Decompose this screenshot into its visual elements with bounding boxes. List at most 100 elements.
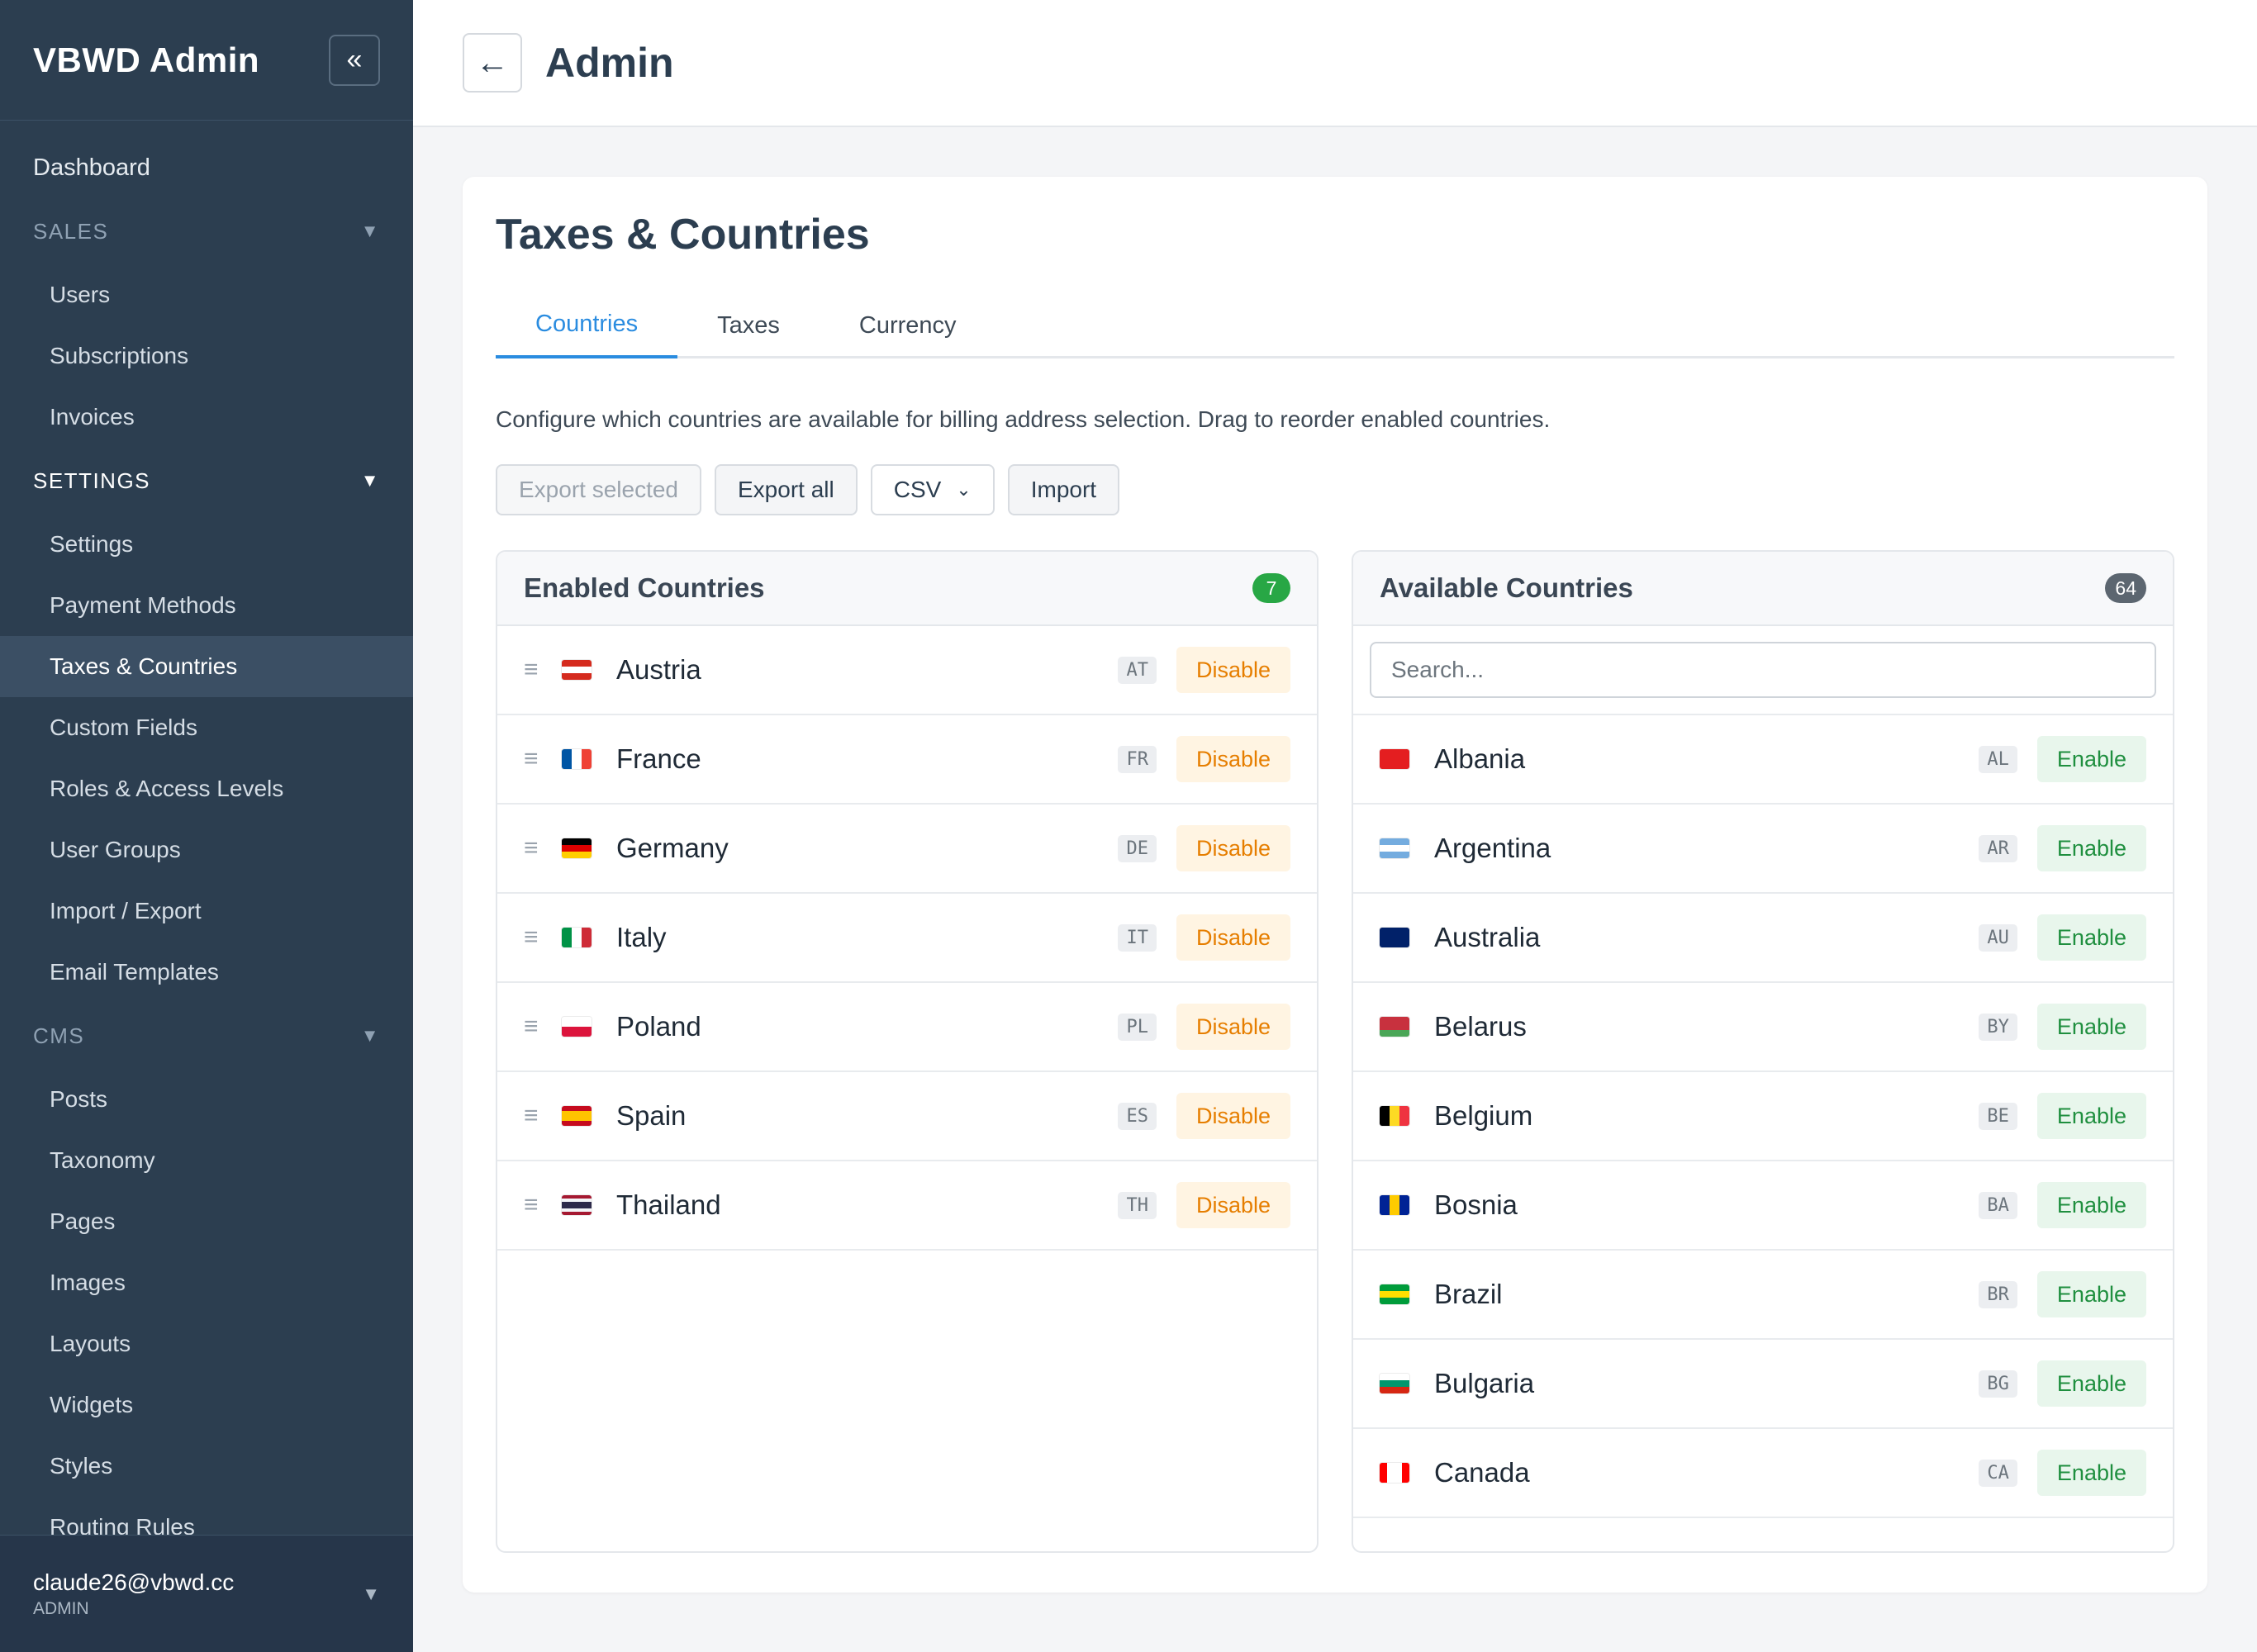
- drag-handle-icon[interactable]: ≡: [524, 745, 562, 773]
- enable-button[interactable]: Enable: [2036, 736, 2146, 782]
- sidebar-item-roles-access-levels[interactable]: Roles & Access Levels: [0, 758, 413, 819]
- tab-currency[interactable]: Currency: [820, 292, 996, 358]
- sidebar-item-user-groups[interactable]: User Groups: [0, 819, 413, 881]
- caret-down-icon[interactable]: ▼: [362, 1583, 380, 1605]
- disable-button[interactable]: Disable: [1176, 1004, 1290, 1050]
- country-name: Argentina: [1434, 833, 1551, 863]
- country-name: Belarus: [1434, 1011, 1527, 1042]
- sidebar-item-taxes-countries[interactable]: Taxes & Countries: [0, 636, 413, 697]
- country-name: Bosnia: [1434, 1189, 1518, 1220]
- format-select[interactable]: CSV ⌄: [870, 464, 995, 515]
- sidebar-item-email-templates[interactable]: Email Templates: [0, 942, 413, 1003]
- flag-icon: [562, 928, 592, 947]
- country-name: Spain: [616, 1100, 687, 1131]
- available-country-row: Bulgaria BG Enable: [1353, 1340, 2173, 1429]
- sidebar-section-cms[interactable]: CMS ▼: [0, 1003, 413, 1069]
- sidebar-section-sales[interactable]: SALES ▼: [0, 198, 413, 264]
- drag-handle-icon[interactable]: ≡: [524, 656, 562, 684]
- flag-icon: [562, 838, 592, 858]
- disable-button[interactable]: Disable: [1176, 1093, 1290, 1139]
- section-label: CMS: [33, 1023, 85, 1048]
- back-button[interactable]: ←: [463, 33, 522, 93]
- enabled-country-row[interactable]: ≡ Spain ES Disable: [497, 1072, 1317, 1161]
- tab-countries[interactable]: Countries: [496, 292, 678, 358]
- page-title: Taxes & Countries: [496, 211, 870, 259]
- enable-button[interactable]: Enable: [2036, 1360, 2146, 1407]
- disable-button[interactable]: Disable: [1176, 1182, 1290, 1228]
- country-code-badge: ES: [1118, 1102, 1157, 1130]
- export-all-button[interactable]: Export all: [715, 464, 858, 515]
- sidebar-item-users[interactable]: Users: [0, 264, 413, 325]
- country-code-badge: TH: [1118, 1191, 1157, 1219]
- brand-logo: VBWD Admin: [33, 40, 260, 79]
- drag-handle-icon[interactable]: ≡: [524, 1013, 562, 1041]
- sidebar-item-import-export[interactable]: Import / Export: [0, 881, 413, 942]
- country-name: Bulgaria: [1434, 1368, 1535, 1398]
- sidebar-item-invoices[interactable]: Invoices: [0, 387, 413, 448]
- user-info: claude26@vbwd.cc ADMIN: [33, 1569, 234, 1619]
- drag-handle-icon[interactable]: ≡: [524, 834, 562, 862]
- disable-button[interactable]: Disable: [1176, 914, 1290, 961]
- enabled-country-row[interactable]: ≡ Germany DE Disable: [497, 805, 1317, 894]
- country-code-badge: BA: [1979, 1191, 2017, 1219]
- sidebar-item-styles[interactable]: Styles: [0, 1436, 413, 1497]
- enable-button[interactable]: Enable: [2036, 1271, 2146, 1317]
- flag-icon: [1380, 1195, 1409, 1215]
- collapse-sidebar-button[interactable]: «: [329, 34, 380, 86]
- disable-button[interactable]: Disable: [1176, 825, 1290, 871]
- panel-title: Enabled Countries: [524, 572, 765, 603]
- enabled-country-row[interactable]: ≡ Italy IT Disable: [497, 894, 1317, 983]
- sidebar-nav: Dashboard SALES ▼ Users Subscriptions In…: [0, 121, 413, 1558]
- country-code-badge: BY: [1979, 1013, 2017, 1041]
- country-code-badge: PL: [1118, 1013, 1157, 1041]
- enable-button[interactable]: Enable: [2036, 914, 2146, 961]
- sidebar-item-payment-methods[interactable]: Payment Methods: [0, 575, 413, 636]
- sidebar-item-posts[interactable]: Posts: [0, 1069, 413, 1130]
- available-country-row: Argentina AR Enable: [1353, 805, 2173, 894]
- sidebar-section-settings[interactable]: SETTINGS ▼: [0, 448, 413, 514]
- enable-button[interactable]: Enable: [2036, 1093, 2146, 1139]
- enabled-country-row[interactable]: ≡ France FR Disable: [497, 715, 1317, 805]
- country-name: Belgium: [1434, 1100, 1533, 1131]
- enable-button[interactable]: Enable: [2036, 1182, 2146, 1228]
- enable-button[interactable]: Enable: [2036, 1450, 2146, 1496]
- enabled-country-row[interactable]: ≡ Thailand TH Disable: [497, 1161, 1317, 1251]
- sidebar-item-dashboard[interactable]: Dashboard: [0, 137, 413, 198]
- enable-button[interactable]: Enable: [2036, 1004, 2146, 1050]
- country-code-badge: BG: [1979, 1370, 2017, 1398]
- double-chevron-left-icon: «: [346, 44, 363, 75]
- drag-handle-icon[interactable]: ≡: [524, 923, 562, 952]
- arrow-left-icon: ←: [476, 44, 509, 81]
- disable-button[interactable]: Disable: [1176, 647, 1290, 693]
- sidebar-item-settings[interactable]: Settings: [0, 514, 413, 575]
- enabled-country-row[interactable]: ≡ Poland PL Disable: [497, 983, 1317, 1072]
- drag-handle-icon[interactable]: ≡: [524, 1191, 562, 1219]
- country-name: Canada: [1434, 1457, 1530, 1488]
- sidebar-item-layouts[interactable]: Layouts: [0, 1313, 413, 1374]
- sidebar-item-pages[interactable]: Pages: [0, 1191, 413, 1252]
- format-select-value: CSV: [893, 477, 942, 502]
- country-name: Brazil: [1434, 1279, 1503, 1309]
- sidebar-item-subscriptions[interactable]: Subscriptions: [0, 325, 413, 387]
- sidebar-item-taxonomy[interactable]: Taxonomy: [0, 1130, 413, 1191]
- flag-icon: [562, 1017, 592, 1037]
- page-description: Configure which countries are available …: [496, 406, 1551, 432]
- export-selected-button[interactable]: Export selected: [496, 464, 701, 515]
- panel-title: Available Countries: [1380, 572, 1633, 603]
- enabled-country-row[interactable]: ≡ Austria AT Disable: [497, 626, 1317, 715]
- search-input[interactable]: [1370, 642, 2156, 698]
- sidebar-item-images[interactable]: Images: [0, 1252, 413, 1313]
- available-country-row: Australia AU Enable: [1353, 894, 2173, 983]
- disable-button[interactable]: Disable: [1176, 736, 1290, 782]
- country-name: Germany: [616, 833, 729, 863]
- tab-taxes[interactable]: Taxes: [677, 292, 820, 358]
- sidebar-item-custom-fields[interactable]: Custom Fields: [0, 697, 413, 758]
- import-button[interactable]: Import: [1007, 464, 1120, 515]
- user-menu[interactable]: claude26@vbwd.cc ADMIN ▼: [0, 1535, 413, 1652]
- enable-button[interactable]: Enable: [2036, 825, 2146, 871]
- available-country-row: Belarus BY Enable: [1353, 983, 2173, 1072]
- drag-handle-icon[interactable]: ≡: [524, 1102, 562, 1130]
- sidebar-item-widgets[interactable]: Widgets: [0, 1374, 413, 1436]
- country-code-badge: FR: [1118, 745, 1157, 773]
- country-name: Albania: [1434, 743, 1526, 774]
